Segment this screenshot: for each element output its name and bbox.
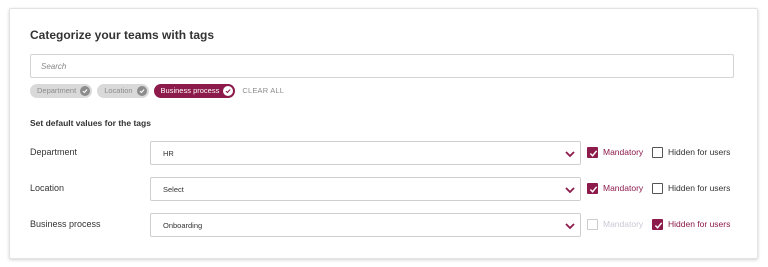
tag-row-label: Location (30, 183, 65, 193)
tag-row-business-process: Business process Onboarding Mandatory Hi… (30, 213, 740, 237)
chevron-down-icon (565, 151, 575, 158)
business-process-select[interactable]: Onboarding (150, 213, 581, 237)
chevron-down-icon (565, 187, 575, 194)
select-value: Onboarding (163, 221, 203, 230)
clear-all-link[interactable]: CLEAR ALL (242, 86, 284, 95)
tag-chip-list: Department Location Business process CLE… (30, 83, 284, 98)
check-circle-icon (223, 85, 234, 96)
checkmark-icon (589, 186, 598, 193)
tag-row-location: Location Select Mandatory Hidden for use… (30, 177, 740, 201)
hidden-for-users-label[interactable]: Hidden for users (668, 147, 730, 157)
location-select[interactable]: Select (150, 177, 581, 201)
hidden-for-users-checkbox[interactable] (652, 183, 663, 194)
tag-row-label: Department (30, 147, 78, 157)
tag-chip-label: Location (104, 86, 133, 95)
mandatory-checkbox[interactable] (587, 183, 598, 194)
department-select[interactable]: HR (150, 141, 581, 165)
checkmark-icon (589, 150, 598, 157)
tags-card: Categorize your teams with tags Departme… (9, 8, 758, 259)
select-value: Select (163, 185, 184, 194)
tag-chip-label: Business process (160, 86, 220, 95)
search-input[interactable] (30, 54, 734, 78)
mandatory-checkbox[interactable] (587, 219, 598, 230)
chevron-down-icon (565, 223, 575, 230)
hidden-for-users-checkbox[interactable] (652, 147, 663, 158)
hidden-for-users-label[interactable]: Hidden for users (668, 219, 730, 229)
check-circle-icon (80, 85, 91, 96)
checkmark-icon (654, 222, 663, 229)
mandatory-label[interactable]: Mandatory (603, 147, 643, 157)
hidden-for-users-checkbox[interactable] (652, 219, 663, 230)
select-value: HR (163, 149, 174, 158)
tag-row-label: Business process (30, 219, 101, 229)
hidden-for-users-label[interactable]: Hidden for users (668, 183, 730, 193)
tag-chip-business-process[interactable]: Business process (153, 83, 236, 98)
tag-chip-department[interactable]: Department (30, 83, 93, 98)
mandatory-label[interactable]: Mandatory (603, 183, 643, 193)
check-circle-icon (136, 85, 147, 96)
section-subtitle: Set default values for the tags (30, 118, 151, 128)
mandatory-checkbox[interactable] (587, 147, 598, 158)
mandatory-label[interactable]: Mandatory (603, 219, 643, 229)
tag-chip-location[interactable]: Location (97, 83, 149, 98)
tag-chip-label: Department (37, 86, 77, 95)
page-title: Categorize your teams with tags (30, 28, 215, 42)
tag-row-department: Department HR Mandatory Hidden for users (30, 141, 740, 165)
